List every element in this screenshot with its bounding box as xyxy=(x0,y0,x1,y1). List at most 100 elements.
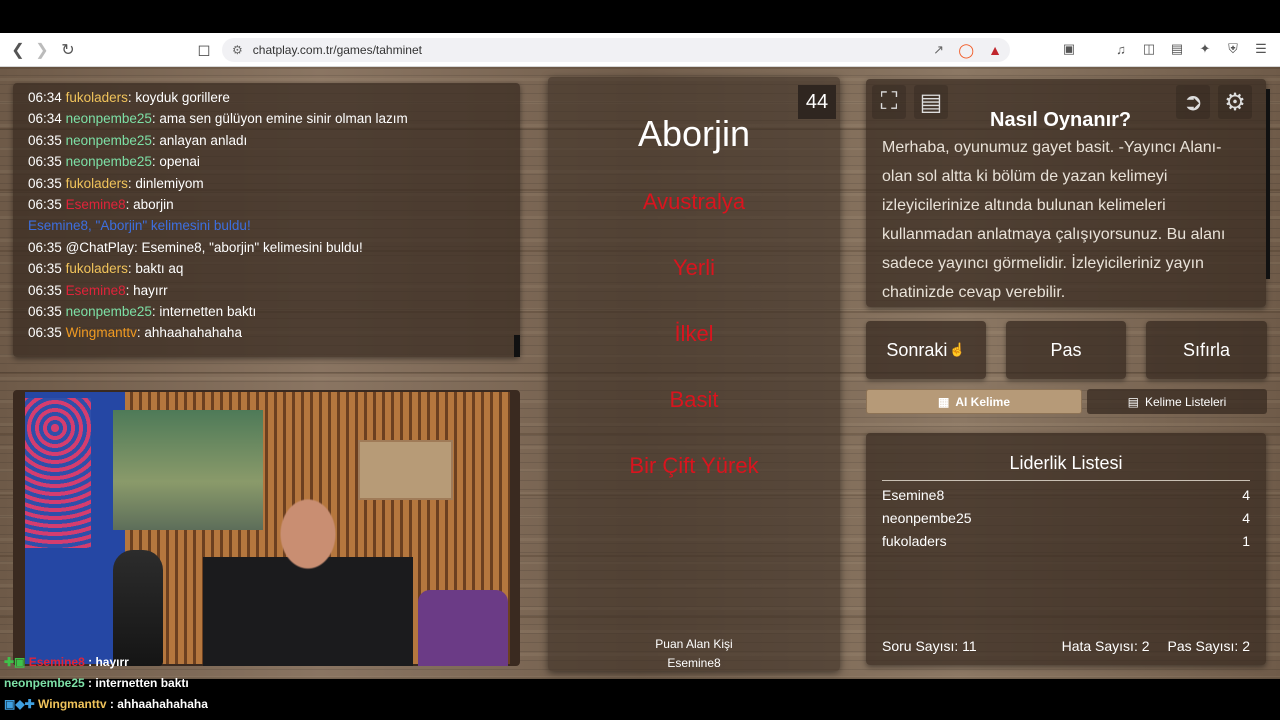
top-black-bar xyxy=(0,0,1280,33)
word-lists-button[interactable]: ▤ Kelime Listeleri xyxy=(1087,389,1267,414)
leader-score: 4 xyxy=(1242,487,1250,503)
chat-username[interactable]: fukoladers xyxy=(66,90,128,105)
chat-message: 06:35 neonpembe25: openai xyxy=(28,151,520,172)
fullscreen-icon[interactable]: ⛶ xyxy=(872,85,906,119)
chat-time: 06:35 xyxy=(28,325,62,341)
chat-message: 06:35 fukoladers: baktı aq xyxy=(28,258,520,279)
settings-gear-icon[interactable]: ⚙ xyxy=(1218,85,1252,119)
chat-message: Esemine8, "Aborjin" kelimesini buldu! xyxy=(28,215,520,236)
chat-text: : anlayan anladı xyxy=(151,132,248,148)
forward-icon[interactable]: ❯ xyxy=(30,38,54,62)
chat-username[interactable]: neonpembe25 xyxy=(66,304,152,319)
chat-username[interactable]: fukoladers xyxy=(66,261,128,276)
chat-username[interactable]: Esemine8 xyxy=(66,283,126,298)
game-page: 06:34 fukoladers: koyduk gorillere 06:34 … xyxy=(0,67,1280,679)
how-title: Nasıl Oynanır? xyxy=(990,109,1132,131)
media-icon[interactable]: ♫ xyxy=(1112,38,1130,60)
reload-icon[interactable]: ↻ xyxy=(56,38,80,62)
share-icon[interactable]: ↗ xyxy=(933,42,944,58)
overlay-text: : hayırr xyxy=(84,655,129,669)
leo-icon[interactable]: ▣ xyxy=(1060,38,1078,60)
chat-message: 06:35 @ChatPlay: Esemine8, "aborjin" kel… xyxy=(28,237,520,258)
bookmark-icon[interactable]: ◻ xyxy=(192,38,216,62)
brave-shield-icon[interactable]: ◯ xyxy=(958,42,974,59)
sidebar-icon[interactable]: ◫ xyxy=(1140,38,1158,60)
leaderboard-row: Esemine8 4 xyxy=(882,487,1250,503)
overlay-message: neonpembe25 : internetten baktı xyxy=(0,673,600,694)
ai-sparkle-icon[interactable]: ✦ xyxy=(1196,38,1214,60)
chat-username[interactable]: Esemine8 xyxy=(66,197,126,212)
notes-icon[interactable]: ▤ xyxy=(914,85,948,119)
chat-time: 06:35 xyxy=(28,196,62,212)
chat-time: 06:34 xyxy=(28,111,62,127)
word-lists-label: Kelime Listeleri xyxy=(1144,394,1227,409)
leader-name: Esemine8 xyxy=(882,487,945,503)
leaderboard-row: fukoladers 1 xyxy=(882,533,1250,549)
chat-username[interactable]: @ChatPlay xyxy=(66,240,134,255)
leaderboard-row: neonpembe25 4 xyxy=(882,510,1250,526)
chat-text: : ama sen gülüyon emine sinir olman lazı… xyxy=(151,111,408,127)
vpn-icon[interactable]: ⛨ xyxy=(1224,38,1242,60)
pass-count: Pas Sayısı: 2 xyxy=(1167,638,1250,654)
chat-time: 06:35 xyxy=(28,303,62,319)
chat-message: 06:35 Wingmanttv: ahhaahahahaha xyxy=(28,322,520,343)
leaderboard-title: Liderlik Listesi xyxy=(882,453,1250,481)
chat-text: : Esemine8, "aborjin" kelimesini buldu! xyxy=(134,239,363,255)
cursor-icon: ☝ xyxy=(949,342,966,357)
site-settings-icon[interactable]: ⚙ xyxy=(232,43,243,57)
pass-button[interactable]: Pas xyxy=(1006,321,1126,379)
chat-username[interactable]: fukoladers xyxy=(66,176,128,191)
menu-icon[interactable]: ☰ xyxy=(1252,38,1270,60)
chat-time: 06:35 xyxy=(28,175,62,191)
main-word: Aborjin xyxy=(637,113,751,154)
how-text: Merhaba, oyunumuz gayet basit. -Yayıncı … xyxy=(882,139,1226,301)
cam-streamer xyxy=(203,490,413,666)
leader-name: fukoladers xyxy=(882,533,947,549)
stream-chat-overlay: ✚▣ Esemine8 : hayırr neonpembe25 : intern… xyxy=(0,652,600,715)
chat-username[interactable]: Wingmanttv xyxy=(66,325,137,340)
question-count: Soru Sayısı: 11 xyxy=(882,638,977,654)
ai-word-button[interactable]: ▦ AI Kelime xyxy=(866,389,1082,414)
forbidden-word: Avustralya xyxy=(642,189,746,214)
overlay-text: : ahhaahahahaha xyxy=(106,697,208,711)
forbidden-word: Bir Çift Yürek xyxy=(629,453,759,478)
chat-text: : koyduk gorillere xyxy=(127,90,230,105)
pass-label: Pas xyxy=(1050,339,1082,360)
back-icon[interactable]: ❮ xyxy=(6,38,30,62)
game-stats: Soru Sayısı: 11 Hata Sayısı: 2 Pas Sayıs… xyxy=(882,638,1250,654)
overlay-message: ▣◆✚ Wingmanttv : ahhaahahahaha xyxy=(0,694,600,715)
cam-wall-art xyxy=(25,398,91,548)
list-icon: ▤ xyxy=(1127,394,1139,409)
exit-icon[interactable]: ➲ xyxy=(1176,85,1210,119)
chat-time: 06:35 xyxy=(28,282,62,298)
webcam-feed xyxy=(13,390,520,666)
chat-message: 06:35 Esemine8: aborjin xyxy=(28,194,520,215)
leader-name: neonpembe25 xyxy=(882,510,972,526)
how-to-play-panel: ⛶ ▤ Nasıl Oynanır? ➲ ⚙ Merhaba, oyunumuz… xyxy=(866,79,1270,307)
chat-text: : hayırr xyxy=(125,282,168,298)
chat-username[interactable]: neonpembe25 xyxy=(66,154,152,169)
robot-icon: ▦ xyxy=(937,394,950,409)
how-scrollbar[interactable] xyxy=(1266,89,1270,279)
chat-message: 06:34 neonpembe25: ama sen gülüyon emine… xyxy=(28,108,520,129)
chat-text: : baktı aq xyxy=(127,261,184,277)
rewards-icon[interactable]: ▲ xyxy=(988,42,1002,58)
chat-scrollbar[interactable] xyxy=(514,335,520,357)
next-button[interactable]: Sonraki ☝ xyxy=(866,321,986,379)
overlay-message: ✚▣ Esemine8 : hayırr xyxy=(0,652,600,673)
chat-time: 06:35 xyxy=(28,261,62,277)
address-bar[interactable]: ⚙ chatplay.com.tr/games/tahminet ↗ ◯ ▲ xyxy=(222,38,1010,62)
forbidden-word: Yerli xyxy=(673,255,715,280)
error-count: Hata Sayısı: 2 xyxy=(1061,638,1150,654)
chat-text: Esemine8, "Aborjin" kelimesini buldu! xyxy=(28,218,251,234)
chat-username[interactable]: neonpembe25 xyxy=(66,133,152,148)
chat-username[interactable]: neonpembe25 xyxy=(66,111,152,126)
wallet-icon[interactable]: ▤ xyxy=(1168,38,1186,60)
reset-button[interactable]: Sıfırla xyxy=(1146,321,1267,379)
chat-time: 06:35 xyxy=(28,154,62,170)
next-label: Sonraki xyxy=(886,339,948,360)
browser-toolbar: ❮ ❯ ↻ ◻ ⚙ chatplay.com.tr/games/tahminet… xyxy=(0,33,1280,67)
chat-time: 06:35 xyxy=(28,132,62,148)
forbidden-word: Basit xyxy=(669,387,719,412)
chat-message: 06:34 fukoladers: koyduk gorillere xyxy=(28,87,520,108)
